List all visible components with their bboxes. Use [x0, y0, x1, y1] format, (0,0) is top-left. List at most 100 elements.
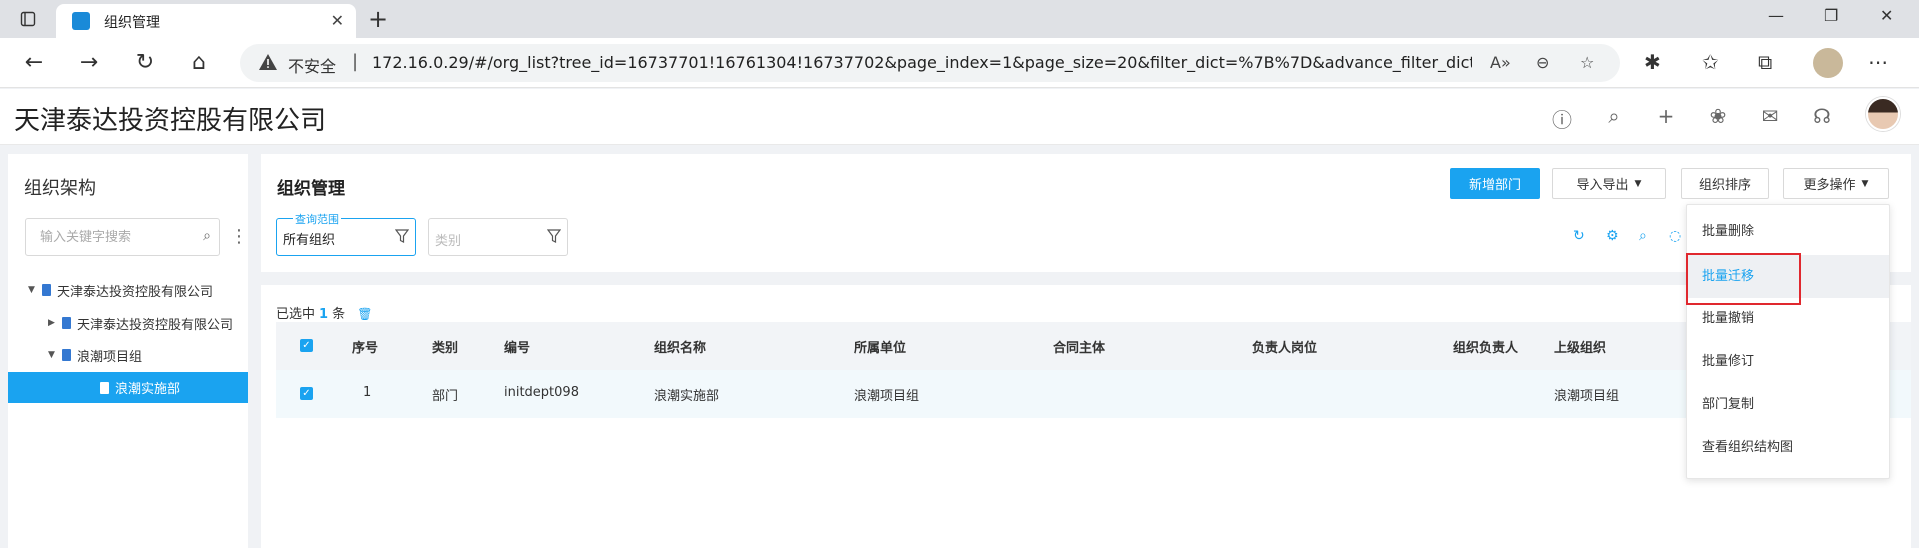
cell-code: initdept098 [504, 385, 579, 400]
warning-icon [259, 54, 277, 70]
read-aloud-icon[interactable]: A» [1490, 53, 1511, 72]
org-icon [42, 284, 51, 296]
panel-title: 组织架构 [24, 178, 96, 199]
url-omnibox[interactable]: 不安全 | 172.16.0.29/#/org_list?tree_id=167… [240, 44, 1620, 82]
add-icon[interactable]: + [1654, 104, 1678, 128]
favorite-add-icon[interactable]: ☆ [1580, 53, 1594, 72]
tree-node[interactable]: ▼ 天津泰达投资控股有限公司 [28, 278, 213, 302]
settings-icon[interactable]: ⚙ [1606, 228, 1619, 244]
tab-actions-icon[interactable] [16, 8, 40, 30]
column-header[interactable]: 组织名称 [654, 337, 706, 356]
type-select[interactable]: 类别 [428, 218, 568, 256]
caret-down-icon: ▼ [1634, 178, 1642, 189]
browser-tab-bar: 组织管理 ✕ + — ❐ ✕ [0, 0, 1919, 38]
org-icon [62, 349, 71, 361]
cell-type: 部门 [432, 389, 459, 404]
caret-right-icon[interactable]: ▶ [48, 318, 62, 328]
org-structure-panel: 组织架构 ⌕ ⋮ ▼ 天津泰达投资控股有限公司 ▶ 天津泰达投资控股有限公司 ▼… [8, 154, 248, 548]
company-name: 天津泰达投资控股有限公司 [14, 106, 327, 136]
menu-item-batch-revise[interactable]: 批量修订 [1687, 340, 1889, 383]
cell-parent-unit: 浪潮项目组 [854, 389, 920, 404]
cell-index: 1 [363, 385, 372, 400]
table-row[interactable]: ✓ 1 部门 initdept098 浪潮实施部 浪潮项目组 浪潮项目组 [276, 370, 1911, 418]
cell-org-name[interactable]: 浪潮实施部 [654, 385, 719, 404]
select-all-checkbox[interactable]: ✓ [300, 339, 313, 352]
user-avatar[interactable] [1866, 97, 1900, 131]
type-placeholder: 类别 [435, 234, 462, 249]
favorites-icon[interactable]: ✩ [1702, 50, 1719, 74]
new-tab-icon[interactable]: + [368, 5, 388, 33]
column-header[interactable]: 合同主体 [1053, 337, 1105, 356]
refresh-icon[interactable]: ↻ [1573, 228, 1585, 244]
page-title: 组织管理 [277, 179, 345, 199]
tree-search-box: ⌕ [25, 218, 220, 256]
import-export-button[interactable]: 导入导出 ▼ [1552, 168, 1666, 199]
site-favicon-icon [72, 12, 90, 30]
support-icon[interactable]: ☊ [1810, 104, 1834, 128]
delete-icon[interactable]: 🗑 [357, 307, 372, 321]
back-icon[interactable]: ← [20, 50, 48, 75]
search-icon[interactable]: ⌕ [1602, 104, 1626, 128]
selection-info: 已选中 1 条 🗑 [276, 307, 373, 322]
caret-down-icon[interactable]: ▼ [28, 285, 42, 295]
home-icon[interactable]: ⌂ [185, 50, 213, 75]
table-header: ✓ 序号 类别 编号 组织名称 所属单位 合同主体 负责人岗位 组织负责人 上级… [276, 322, 1911, 370]
selected-count: 1 [319, 307, 329, 322]
search-icon[interactable]: ⌕ [203, 228, 211, 244]
tips-icon[interactable]: ◌ [1669, 228, 1681, 244]
column-header[interactable]: 上级组织 [1554, 337, 1606, 356]
row-checkbox[interactable]: ✓ [300, 387, 313, 400]
table-panel: 已选中 1 条 🗑 ✓ 序号 类别 编号 组织名称 所属单位 合同主体 负责人岗位 … [261, 285, 1911, 548]
extensions-icon[interactable]: ✱ [1644, 50, 1661, 74]
add-dept-button[interactable]: 新增部门 [1450, 168, 1540, 199]
browser-tab[interactable]: 组织管理 ✕ [56, 4, 356, 38]
app-header: 天津泰达投资控股有限公司 ⓘ ⌕ + ❀ ✉ ☊ [0, 89, 1919, 145]
menu-item-view-org-chart[interactable]: 查看组织结构图 [1687, 426, 1889, 469]
dept-icon [100, 381, 109, 394]
column-header[interactable]: 所属单位 [854, 337, 906, 356]
tree-node[interactable]: ▶ 天津泰达投资控股有限公司 [48, 311, 233, 335]
mail-icon[interactable]: ✉ [1758, 104, 1782, 128]
minimize-icon[interactable]: — [1768, 6, 1784, 25]
address-bar: ← → ↻ ⌂ 不安全 | 172.16.0.29/#/org_list?tre… [0, 38, 1919, 88]
zoom-icon[interactable]: ⊖ [1536, 53, 1549, 72]
more-vertical-icon[interactable]: ⋮ [230, 226, 248, 247]
menu-item-dept-copy[interactable]: 部门复制 [1687, 383, 1889, 426]
help-icon[interactable]: ⓘ [1550, 104, 1574, 133]
column-header[interactable]: 编号 [504, 337, 530, 356]
tab-close-icon[interactable]: ✕ [331, 11, 344, 30]
url-text[interactable]: 172.16.0.29/#/org_list?tree_id=16737701!… [372, 53, 1472, 72]
caret-down-icon: ▼ [1861, 178, 1869, 189]
forward-icon[interactable]: → [75, 50, 103, 75]
restore-icon[interactable]: ❐ [1824, 6, 1838, 25]
tree-search-input[interactable] [26, 219, 176, 255]
filter-icon [395, 229, 409, 243]
caret-down-icon[interactable]: ▼ [48, 350, 62, 360]
menu-icon[interactable]: ⋯ [1868, 50, 1888, 74]
scope-legend: 查询范围 [293, 211, 341, 227]
reload-icon[interactable]: ↻ [131, 50, 159, 75]
tab-title: 组织管理 [104, 15, 160, 31]
column-header[interactable]: 序号 [352, 337, 378, 356]
org-sort-button[interactable]: 组织排序 [1681, 168, 1769, 199]
tree-node-selected[interactable]: 浪潮实施部 [8, 372, 248, 403]
scope-value: 所有组织 [283, 233, 336, 248]
cell-parent-org: 浪潮项目组 [1554, 389, 1620, 404]
more-ops-button[interactable]: 更多操作 ▼ [1783, 168, 1889, 199]
column-header[interactable]: 组织负责人 [1453, 337, 1518, 356]
query-scope-select[interactable]: 查询范围 所有组织 [276, 211, 416, 256]
collections-icon[interactable]: ⧉ [1758, 50, 1772, 74]
annotation-highlight-box [1686, 253, 1801, 305]
menu-item-batch-delete[interactable]: 批量删除 [1687, 210, 1889, 253]
insecure-label: 不安全 [288, 57, 337, 76]
tree-node[interactable]: ▼ 浪潮项目组 [48, 343, 142, 367]
window-close-icon[interactable]: ✕ [1880, 6, 1893, 25]
column-header[interactable]: 类别 [432, 337, 458, 356]
advanced-search-icon[interactable]: ⌕ [1639, 228, 1647, 244]
column-header[interactable]: 负责人岗位 [1252, 337, 1317, 356]
browser-profile-avatar[interactable] [1813, 48, 1843, 78]
more-ops-dropdown: 批量删除 批量迁移 批量撤销 批量修订 部门复制 查看组织结构图 [1686, 204, 1890, 479]
apps-icon[interactable]: ❀ [1706, 104, 1730, 128]
org-icon [62, 317, 71, 329]
filter-panel: 组织管理 新增部门 导入导出 ▼ 组织排序 更多操作 ▼ 查询范围 所有组织 类… [261, 154, 1911, 272]
